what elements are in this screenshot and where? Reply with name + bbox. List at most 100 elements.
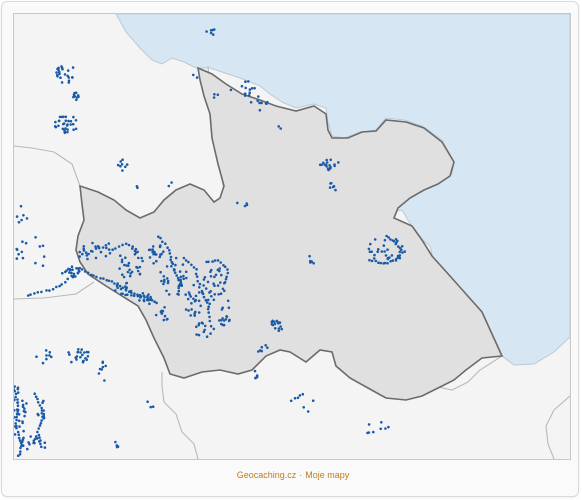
cache-marker[interactable] — [164, 242, 167, 245]
cache-marker[interactable] — [17, 436, 21, 440]
cache-marker[interactable] — [213, 284, 216, 288]
cache-marker[interactable] — [195, 275, 199, 278]
cache-marker[interactable] — [207, 311, 210, 314]
cache-marker[interactable] — [394, 238, 398, 241]
cache-marker[interactable] — [266, 100, 269, 104]
cache-marker[interactable] — [119, 165, 122, 168]
cache-marker[interactable] — [253, 86, 256, 90]
cache-marker[interactable] — [264, 344, 267, 347]
cache-marker[interactable] — [206, 307, 210, 311]
cache-marker[interactable] — [302, 406, 306, 409]
cache-marker[interactable] — [48, 289, 51, 292]
cache-marker[interactable] — [21, 421, 24, 425]
cache-marker[interactable] — [75, 98, 78, 102]
cache-marker[interactable] — [114, 440, 117, 444]
cache-marker[interactable] — [26, 294, 30, 297]
cache-marker[interactable] — [22, 214, 25, 217]
cache-marker[interactable] — [277, 322, 280, 325]
cache-marker[interactable] — [201, 322, 204, 325]
cache-marker[interactable] — [256, 99, 259, 103]
cache-marker[interactable] — [196, 279, 199, 283]
cache-marker[interactable] — [120, 163, 124, 166]
cache-marker[interactable] — [121, 169, 124, 172]
cache-marker[interactable] — [36, 291, 40, 294]
cache-marker[interactable] — [376, 250, 380, 253]
cache-marker[interactable] — [72, 115, 75, 119]
cache-marker[interactable] — [29, 293, 32, 296]
cache-marker[interactable] — [99, 277, 102, 280]
cache-marker[interactable] — [135, 185, 139, 188]
cache-marker[interactable] — [184, 270, 188, 274]
cache-marker[interactable] — [29, 435, 32, 438]
cache-marker[interactable] — [82, 247, 85, 251]
cache-marker[interactable] — [368, 250, 372, 254]
cache-marker[interactable] — [189, 314, 192, 317]
cache-marker[interactable] — [138, 265, 142, 269]
cache-marker[interactable] — [75, 358, 78, 361]
cache-marker[interactable] — [81, 359, 85, 363]
cache-marker[interactable] — [311, 399, 315, 403]
cache-marker[interactable] — [170, 260, 174, 264]
cache-marker[interactable] — [389, 260, 392, 263]
cache-marker[interactable] — [135, 251, 138, 254]
cache-marker[interactable] — [130, 270, 134, 274]
cache-marker[interactable] — [15, 426, 18, 430]
cache-marker[interactable] — [380, 421, 383, 424]
cache-marker[interactable] — [116, 286, 119, 290]
cache-marker[interactable] — [41, 244, 45, 248]
cache-marker[interactable] — [189, 295, 193, 298]
cache-marker[interactable] — [44, 349, 48, 352]
cache-marker[interactable] — [372, 257, 376, 260]
cache-marker[interactable] — [63, 128, 66, 132]
cache-marker[interactable] — [197, 291, 201, 294]
cache-marker[interactable] — [134, 247, 138, 251]
cache-marker[interactable] — [126, 270, 130, 274]
cache-marker[interactable] — [126, 293, 129, 297]
cache-marker[interactable] — [179, 275, 183, 279]
cache-marker[interactable] — [38, 404, 42, 407]
cache-marker[interactable] — [333, 163, 336, 166]
cache-marker[interactable] — [257, 350, 260, 353]
cache-marker[interactable] — [160, 279, 163, 283]
cache-marker[interactable] — [70, 265, 74, 268]
cache-marker[interactable] — [173, 271, 177, 275]
cache-marker[interactable] — [45, 357, 48, 361]
cache-marker[interactable] — [198, 282, 202, 286]
cache-marker[interactable] — [247, 80, 250, 83]
cache-marker[interactable] — [39, 442, 42, 446]
cache-marker[interactable] — [120, 260, 124, 264]
cache-marker[interactable] — [103, 379, 106, 382]
cache-marker[interactable] — [384, 427, 387, 430]
cache-marker[interactable] — [195, 325, 198, 329]
cache-marker[interactable] — [243, 94, 247, 97]
cache-marker[interactable] — [64, 280, 67, 284]
cache-marker[interactable] — [372, 430, 375, 434]
cache-marker[interactable] — [81, 252, 84, 256]
cache-marker[interactable] — [328, 186, 332, 189]
cache-marker[interactable] — [166, 246, 169, 249]
cache-marker[interactable] — [24, 241, 28, 245]
cache-marker[interactable] — [16, 413, 19, 416]
cache-marker[interactable] — [257, 95, 260, 98]
cache-marker[interactable] — [167, 293, 171, 296]
cache-marker[interactable] — [184, 259, 188, 262]
cache-marker[interactable] — [118, 284, 122, 288]
cache-marker[interactable] — [154, 253, 158, 256]
cache-marker[interactable] — [380, 250, 384, 253]
cache-marker[interactable] — [400, 248, 403, 252]
cache-marker[interactable] — [101, 365, 105, 369]
cache-marker[interactable] — [72, 272, 76, 276]
cache-marker[interactable] — [400, 245, 404, 248]
cache-marker[interactable] — [86, 355, 90, 358]
cache-marker[interactable] — [226, 271, 230, 275]
cache-marker[interactable] — [184, 308, 188, 311]
cache-marker[interactable] — [120, 292, 123, 296]
cache-marker[interactable] — [111, 248, 114, 251]
cache-marker[interactable] — [67, 119, 70, 123]
cache-marker[interactable] — [53, 125, 57, 128]
cache-marker[interactable] — [162, 318, 166, 322]
cache-marker[interactable] — [218, 319, 221, 322]
cache-marker[interactable] — [159, 253, 162, 256]
cache-marker[interactable] — [383, 238, 387, 242]
cache-marker[interactable] — [24, 410, 27, 414]
